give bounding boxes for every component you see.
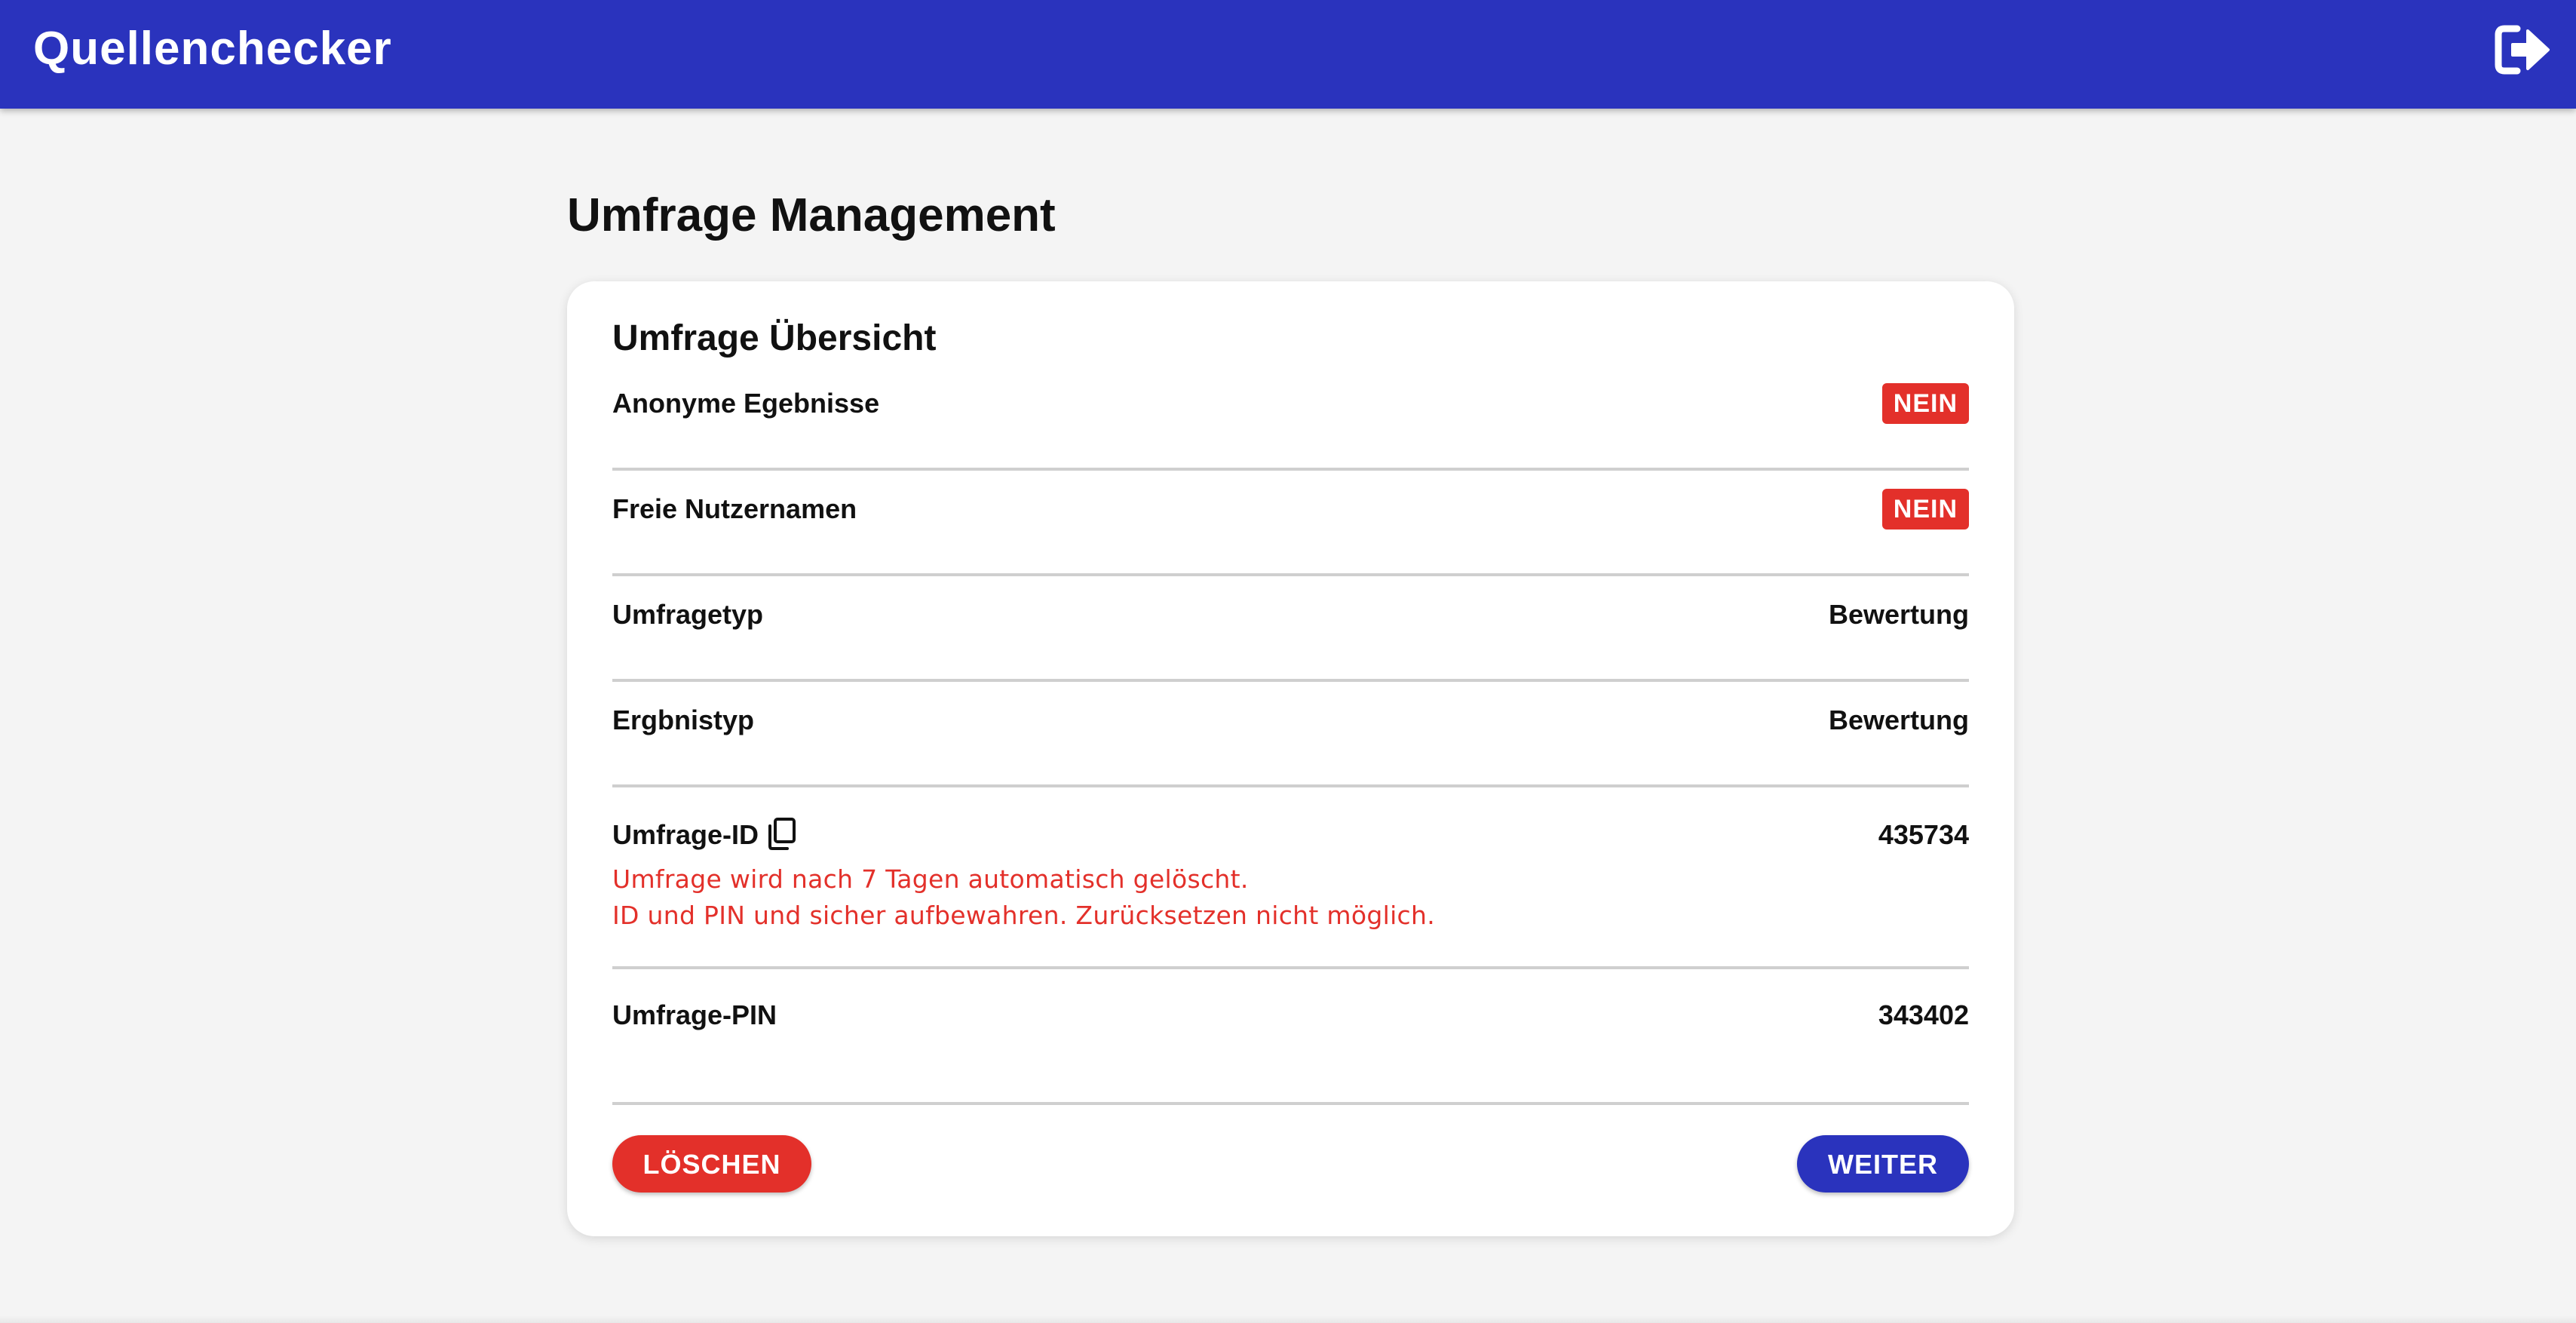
row-label: Umfrage-PIN: [612, 999, 777, 1030]
row-survey-pin: Umfrage-PIN 343402: [612, 969, 1969, 1105]
row-result-type: Ergbnistyp Bewertung: [612, 682, 1969, 787]
row-value: Bewertung: [1828, 599, 1969, 630]
row-survey-id: Umfrage-ID 435734 Umfrage wird nach 7 Ta…: [612, 787, 1969, 969]
app-title: Quellenchecker: [33, 23, 392, 75]
row-label: Freie Nutzernamen: [612, 493, 857, 524]
row-value: 435734: [1878, 819, 1969, 850]
delete-button[interactable]: LÖSCHEN: [612, 1135, 811, 1193]
survey-overview-card: Umfrage Übersicht Anonyme Egebnisse NEIN…: [567, 281, 2014, 1236]
page-title: Umfrage Management: [567, 189, 1056, 241]
auto-delete-warning: Umfrage wird nach 7 Tagen automatisch ge…: [612, 864, 1249, 894]
row-free-usernames: Freie Nutzernamen NEIN: [612, 471, 1969, 576]
row-value: 343402: [1878, 999, 1969, 1030]
row-label: Umfragetyp: [612, 599, 764, 630]
status-badge: NEIN: [1881, 489, 1969, 530]
status-badge: NEIN: [1881, 383, 1969, 424]
row-value: Bewertung: [1828, 704, 1969, 735]
row-label: Ergbnistyp: [612, 704, 755, 735]
card-title: Umfrage Übersicht: [612, 318, 937, 358]
row-label: Umfrage-ID: [612, 819, 759, 850]
row-anonymous-results: Anonyme Egebnisse NEIN: [612, 376, 1969, 471]
keep-safe-warning: ID und PIN und sicher aufbewahren. Zurüc…: [612, 901, 1435, 930]
bottom-shadow: [0, 1315, 2576, 1323]
next-button[interactable]: WEITER: [1797, 1135, 1969, 1193]
top-app-bar: Quellenchecker: [0, 0, 2576, 109]
row-label-with-icon: Umfrage-ID: [612, 818, 796, 852]
row-survey-type: Umfragetyp Bewertung: [612, 576, 1969, 682]
row-label: Anonyme Egebnisse: [612, 388, 880, 419]
copy-icon[interactable]: [766, 818, 796, 851]
logout-icon[interactable]: [2495, 24, 2550, 75]
